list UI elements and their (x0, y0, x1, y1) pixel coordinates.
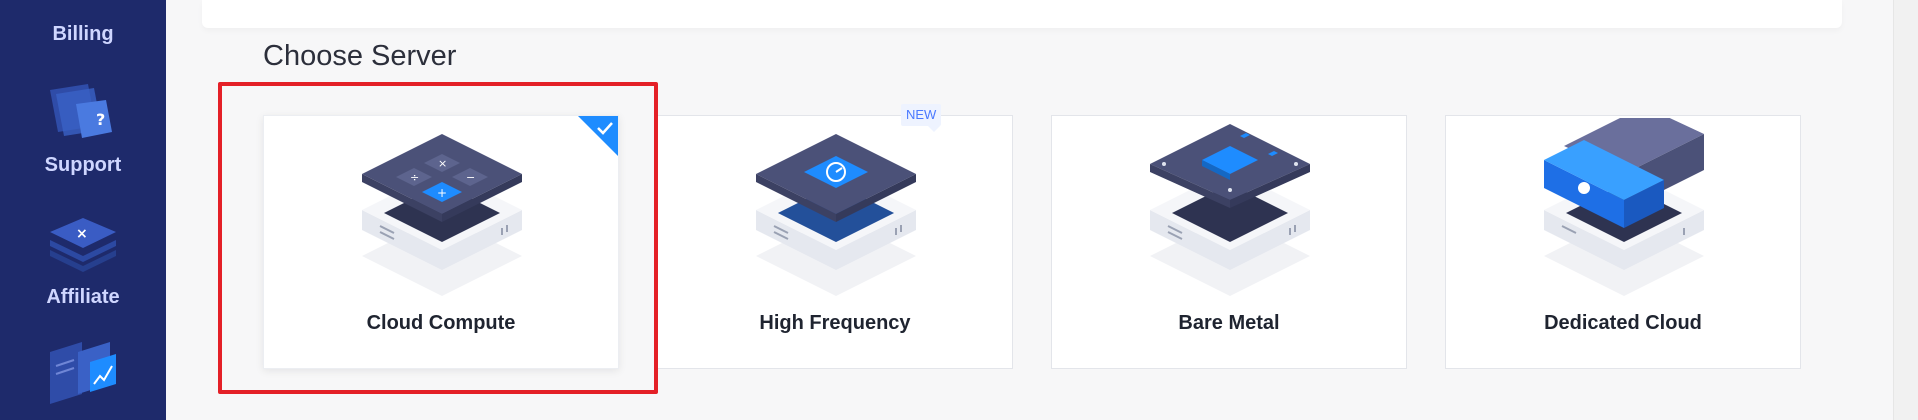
svg-text:+: + (437, 186, 447, 200)
sidebar-item-billing[interactable]: Billing (0, 0, 166, 50)
svg-text:×: × (76, 226, 88, 242)
svg-text:÷: ÷ (410, 171, 419, 184)
chip-server-icon (1150, 124, 1310, 296)
svg-text:?: ? (96, 110, 105, 129)
speed-gauge-server-icon (756, 134, 916, 296)
server-card-label: High Frequency (759, 312, 911, 334)
selected-check-icon (578, 116, 618, 156)
analytics-icon (50, 342, 116, 404)
top-panel (202, 0, 1842, 28)
server-card-bare-metal[interactable]: Bare Metal (1051, 115, 1407, 369)
sidebar-item-label: Support (44, 154, 122, 176)
sidebar-item-support[interactable]: ? Support (0, 80, 166, 180)
main-content: Choose Server × − ÷ + Cloud Compute High… (166, 0, 1893, 420)
server-card-dedicated-cloud[interactable]: Dedicated Cloud (1445, 115, 1801, 369)
server-card-label: Dedicated Cloud (1544, 312, 1702, 334)
cloud-block-server-icon (1544, 118, 1704, 296)
sidebar-item-analytics[interactable] (0, 336, 166, 420)
scrollbar[interactable] (1893, 0, 1918, 420)
sidebar: Billing ? Support × Affiliate (0, 0, 166, 420)
sidebar-item-label: Affiliate (46, 286, 120, 308)
server-card-label: Bare Metal (1178, 312, 1280, 334)
new-badge: NEW (901, 104, 942, 132)
sidebar-item-affiliate[interactable]: × Affiliate (0, 208, 166, 312)
section-title: Choose Server (263, 40, 457, 72)
server-card-label: Cloud Compute (366, 312, 516, 334)
billing-icon (38, 0, 128, 10)
sidebar-item-label: Billing (52, 23, 114, 45)
support-icon: ? (50, 84, 112, 138)
server-card-high-frequency[interactable]: High Frequency (657, 115, 1013, 369)
server-card-cloud-compute[interactable]: × − ÷ + Cloud Compute (263, 115, 619, 369)
calculator-server-icon: × − ÷ + (362, 134, 522, 296)
svg-text:×: × (438, 157, 447, 170)
svg-text:−: − (466, 171, 475, 184)
affiliate-icon: × (50, 218, 116, 272)
